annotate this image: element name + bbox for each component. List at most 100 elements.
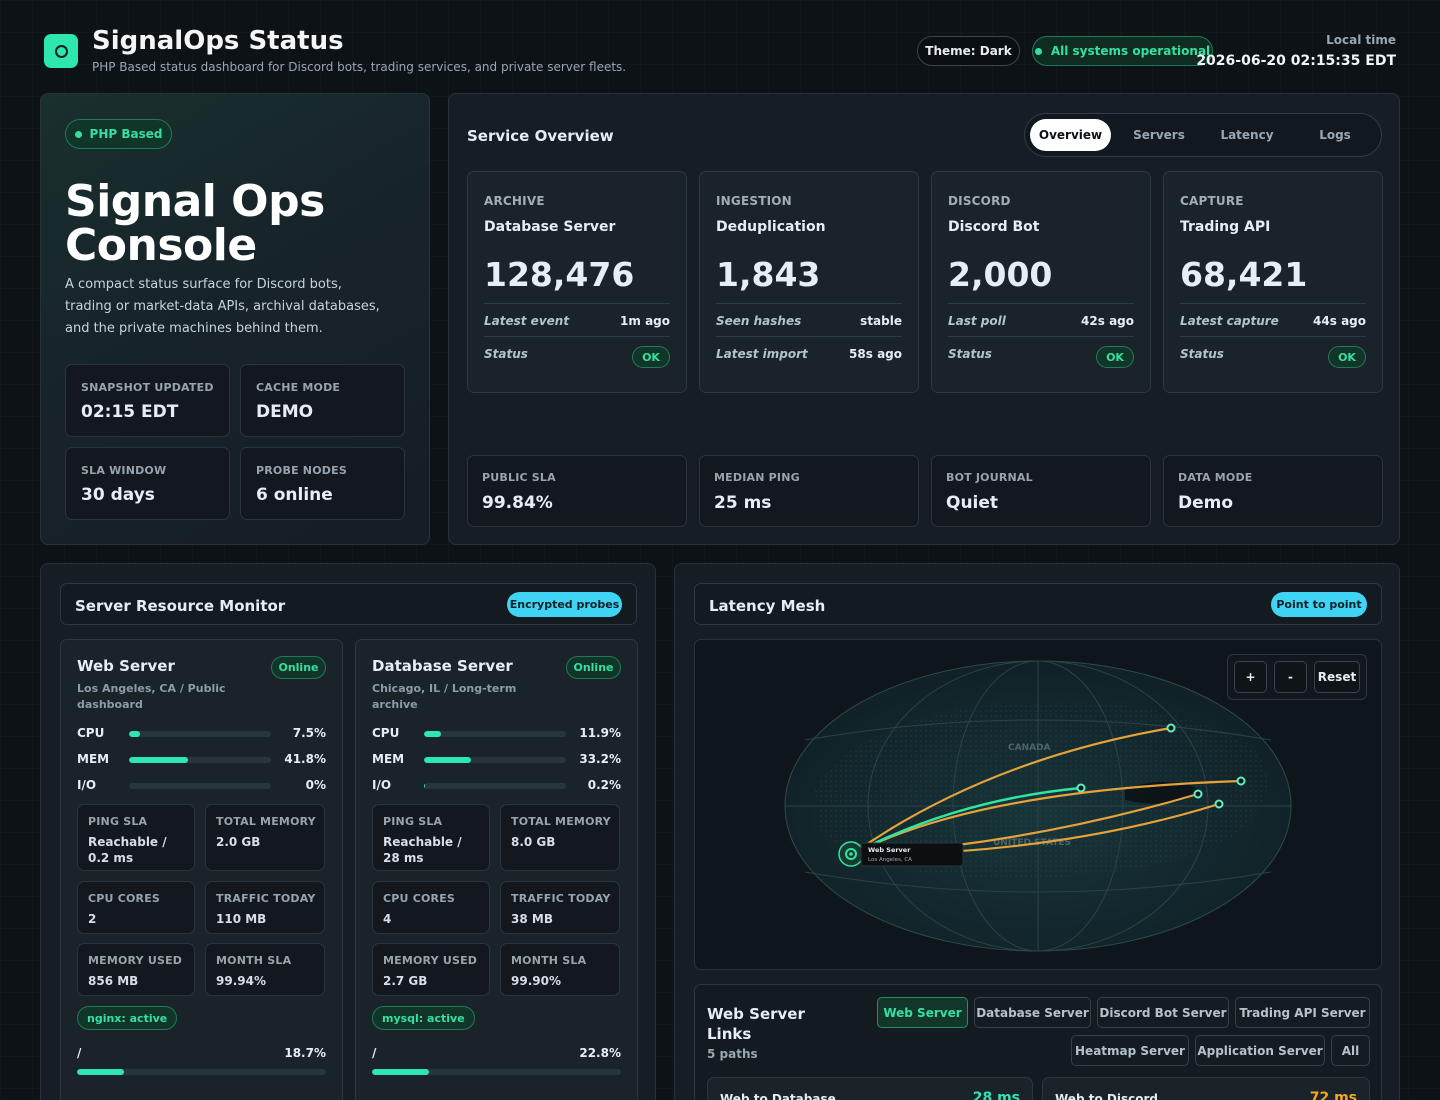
encrypted-probes-badge: Encrypted probes	[507, 592, 622, 617]
origin-tooltip-name: Web Server	[868, 846, 911, 854]
disk-usage-value: 18.7%	[284, 1046, 326, 1060]
latency-mesh-panel: Latency Mesh Point to point CANADA UNITE…	[674, 563, 1400, 1100]
metric-value: 0.2%	[587, 778, 621, 792]
status-ok-badge: OK	[1328, 346, 1366, 368]
tab-overview[interactable]: Overview	[1030, 119, 1111, 151]
metric-label: MEM	[77, 752, 110, 766]
php-based-label: PHP Based	[89, 127, 163, 141]
path-card-web-to-discord[interactable]: Web to Discord 72 ms	[1042, 1077, 1370, 1100]
server-info-tile: MONTH SLA 99.94%	[205, 943, 325, 996]
server-name: Database Server	[372, 657, 513, 675]
node-marker	[1166, 723, 1176, 733]
app-subtitle: PHP Based status dashboard for Discord b…	[92, 60, 627, 74]
server-location: Los Angeles, CA / Public dashboard	[77, 682, 226, 711]
hero-panel: PHP Based Signal Ops Console A compact s…	[40, 93, 430, 545]
metric-bar	[424, 731, 566, 737]
server-status-badge: Online	[271, 656, 326, 679]
service-count: 68,421	[1180, 255, 1308, 294]
reset-view-button[interactable]: Reset	[1314, 661, 1360, 693]
node-marker	[1193, 789, 1203, 799]
links-title-line1: Web Server	[707, 1005, 805, 1023]
metric-value: 7.5%	[292, 726, 326, 740]
metric-value: 41.8%	[284, 752, 326, 766]
server-info-tile: CPU CORES 4	[372, 881, 490, 934]
filter-heatmap-server[interactable]: Heatmap Server	[1071, 1035, 1189, 1066]
metric-bar-fill	[424, 731, 441, 737]
hero-title-line2: Console	[65, 220, 257, 271]
server-info-tile: MEMORY USED 856 MB	[77, 943, 195, 996]
tab-latency[interactable]: Latency	[1206, 119, 1288, 151]
hero-tile-probe-nodes: PROBE NODES 6 online	[240, 447, 405, 520]
metric-bar-fill	[129, 731, 140, 737]
links-count: 5 paths	[707, 1047, 758, 1061]
tab-logs[interactable]: Logs	[1294, 119, 1376, 151]
metric-label: CPU	[372, 726, 400, 740]
stat-median-ping: MEDIAN PING 25 ms	[699, 455, 919, 527]
server-info-tile: CPU CORES 2	[77, 881, 195, 934]
hero-tile-cache-mode: CACHE MODE DEMO	[240, 364, 405, 437]
status-ok-badge: OK	[632, 346, 670, 368]
filter-trading-api-server[interactable]: Trading API Server	[1235, 997, 1370, 1028]
status-dot-icon	[1034, 47, 1042, 55]
server-info-tile: PING SLA Reachable / 28 ms	[372, 804, 490, 871]
stat-data-mode: DATA MODE Demo	[1163, 455, 1383, 527]
badge-dot-icon	[74, 130, 82, 138]
filter-web-server[interactable]: Web Server	[877, 997, 968, 1028]
metric-bar	[129, 757, 271, 763]
server-info-tile: TRAFFIC TODAY 38 MB	[500, 881, 620, 934]
service-card-trading-api: CAPTURE Trading API 68,421 Latest captur…	[1163, 171, 1383, 393]
disk-usage-bar	[372, 1069, 621, 1075]
metric-bar	[129, 783, 271, 789]
latency-map[interactable]: CANADA UNITED STATES Web Server Los Ange…	[694, 639, 1382, 970]
node-marker	[1214, 799, 1224, 809]
app-title: SignalOps Status	[92, 26, 344, 56]
metric-bar-fill	[129, 757, 189, 763]
server-status-badge: Online	[566, 656, 621, 679]
filter-discord-bot-server[interactable]: Discord Bot Server	[1097, 997, 1229, 1028]
service-process-badge: mysql: active	[372, 1006, 475, 1030]
hero-description: A compact status surface for Discord bot…	[65, 277, 380, 336]
zoom-out-button[interactable]: -	[1274, 661, 1307, 693]
theme-toggle-button[interactable]: Theme: Dark	[917, 36, 1020, 66]
system-status-label: All systems operational	[1050, 44, 1211, 58]
map-zoom-controls: + - Reset	[1227, 654, 1367, 700]
point-to-point-badge: Point to point	[1271, 592, 1367, 617]
path-card-web-to-database[interactable]: Web to Database 28 ms	[707, 1077, 1033, 1100]
resource-monitor-panel: Server Resource Monitor Encrypted probes…	[40, 563, 656, 1100]
origin-tooltip-location: Los Angeles, CA	[868, 857, 912, 863]
system-status-badge: All systems operational	[1032, 36, 1213, 66]
server-info-tile: MEMORY USED 2.7 GB	[372, 943, 490, 996]
local-time-value: 2026-06-20 02:15:35 EDT	[1196, 53, 1396, 69]
links-panel: Web Server Links 5 paths Web Server Data…	[694, 984, 1382, 1100]
server-location: Chicago, IL / Long-term archive	[372, 682, 517, 711]
service-count: 128,476	[484, 255, 635, 294]
tab-servers[interactable]: Servers	[1118, 119, 1200, 151]
status-ok-badge: OK	[1096, 346, 1134, 368]
node-marker	[1236, 776, 1246, 786]
filter-application-server[interactable]: Application Server	[1195, 1035, 1325, 1066]
app-logo	[44, 34, 78, 68]
service-count: 2,000	[948, 255, 1053, 294]
metric-label: CPU	[77, 726, 105, 740]
metric-bar	[129, 731, 271, 737]
service-overview-panel: Service Overview Overview Servers Latenc…	[448, 93, 1400, 545]
latency-mesh-title: Latency Mesh	[709, 597, 826, 615]
php-based-badge: PHP Based	[65, 119, 172, 149]
filter-all[interactable]: All	[1331, 1035, 1370, 1066]
server-info-tile: TOTAL MEMORY 2.0 GB	[205, 804, 325, 871]
hero-tile-snapshot: SNAPSHOT UPDATED 02:15 EDT	[65, 364, 230, 437]
resource-monitor-header: Server Resource Monitor Encrypted probes	[60, 583, 637, 625]
server-info-tile: PING SLA Reachable / 0.2 ms	[77, 804, 195, 871]
service-card-discord-bot: DISCORD Discord Bot 2,000 Last poll 42s …	[931, 171, 1151, 393]
service-count: 1,843	[716, 255, 821, 294]
service-process-badge: nginx: active	[77, 1006, 178, 1030]
metric-bar	[424, 757, 566, 763]
links-title-line2: Links	[707, 1025, 752, 1043]
server-info-tile: TRAFFIC TODAY 110 MB	[205, 881, 325, 934]
server-name: Web Server	[77, 657, 175, 675]
node-marker	[1076, 783, 1086, 793]
disk-mount-label: /	[372, 1046, 377, 1060]
zoom-in-button[interactable]: +	[1234, 661, 1267, 693]
filter-database-server[interactable]: Database Server	[974, 997, 1091, 1028]
stat-public-sla: PUBLIC SLA 99.84%	[467, 455, 687, 527]
